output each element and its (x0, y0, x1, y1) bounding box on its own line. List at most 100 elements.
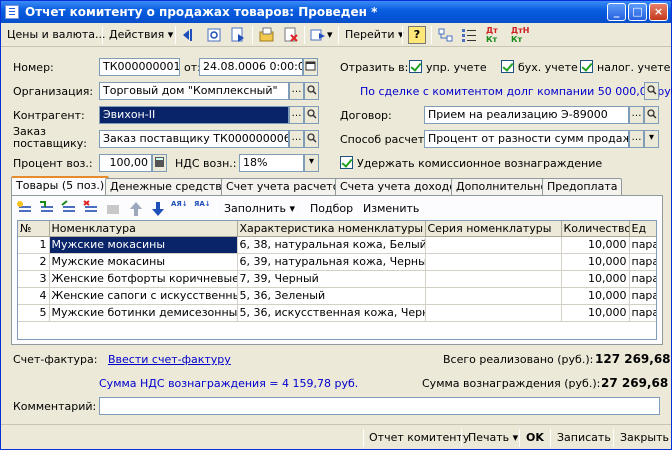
structure-icon[interactable] (437, 26, 455, 44)
report-to-commitent-button[interactable]: Отчет комитенту (369, 429, 469, 447)
item-cell[interactable]: Женские ботфорты коричневые (49, 270, 238, 288)
enter-invoice-link[interactable]: Ввести счет-фактуру (108, 353, 231, 366)
save-button[interactable]: Записать (557, 429, 611, 447)
reward-percent-field[interactable]: 100,00 (99, 154, 152, 172)
move-down-icon[interactable] (149, 200, 167, 218)
row-number-cell[interactable]: 3 (18, 270, 50, 288)
list-settings-icon[interactable] (460, 26, 478, 44)
row-number-cell[interactable]: 2 (18, 253, 50, 271)
fill-menu[interactable]: Заполнить ▾ (224, 200, 295, 218)
ok-button[interactable]: OK (526, 429, 544, 447)
refresh-icon[interactable] (205, 26, 223, 44)
organization-select-button[interactable]: … (289, 82, 304, 100)
table-row[interactable]: 1 Мужские мокасины 6, 38, натуральная кожа… (18, 236, 656, 254)
contractor-select-button[interactable]: … (289, 106, 304, 124)
withhold-reward-checkbox[interactable] (340, 156, 353, 169)
tab-money[interactable]: Денежные средства (105, 178, 234, 195)
based-on-dropdown[interactable]: ▾ (327, 26, 333, 44)
row-number-cell[interactable]: 5 (18, 304, 50, 322)
actions-menu[interactable]: Действия ▾ (109, 26, 173, 44)
item-cell[interactable]: Мужские ботинки демисезонные (49, 304, 238, 322)
goods-table[interactable]: № Номенклатура Характеристика номенклату… (17, 220, 657, 340)
print-menu[interactable]: Печать ▾ (468, 429, 518, 447)
series-cell[interactable] (425, 270, 562, 288)
maximize-button[interactable]: □ (628, 3, 647, 21)
unit-cell[interactable]: пара (629, 236, 656, 254)
quantity-cell[interactable]: 10,000 (561, 253, 630, 271)
supplier-order-field[interactable]: Заказ поставщику ТК000000006 от 1 (99, 130, 289, 148)
calculator-button[interactable] (152, 154, 167, 172)
prices-currency-button[interactable]: Цены и валюта... (7, 26, 105, 44)
col-quantity-header[interactable]: Количество (561, 221, 630, 237)
table-row[interactable]: 5 Мужские ботинки демисезонные 5, 36, иску… (18, 304, 656, 322)
organization-field[interactable]: Торговый дом "Комплексный" (99, 82, 289, 100)
move-up-icon[interactable] (127, 200, 145, 218)
contract-open-button[interactable] (644, 106, 659, 124)
comment-field[interactable] (99, 397, 660, 415)
help-icon[interactable]: ? (408, 26, 426, 44)
tab-additional[interactable]: Дополнительно (451, 178, 553, 195)
folder-open-icon[interactable] (258, 26, 276, 44)
accounting-checkbox[interactable] (501, 60, 514, 73)
tab-prepayment[interactable]: Предоплата (542, 178, 623, 195)
contract-select-button[interactable]: … (629, 106, 644, 124)
item-cell[interactable]: Мужские мокасины (49, 236, 238, 254)
go-back-icon[interactable] (181, 26, 199, 44)
unit-cell[interactable]: пара (629, 287, 656, 305)
add-row-icon[interactable] (16, 200, 34, 218)
item-cell[interactable]: Мужские мокасины (49, 253, 238, 271)
quantity-cell[interactable]: 10,000 (561, 236, 630, 254)
number-field[interactable]: ТК000000001 (99, 58, 180, 76)
contract-field[interactable]: Прием на реализацию Э-89000 (424, 106, 629, 124)
commitent-debt-link[interactable]: По сделке с комитентом долг компании 50 … (360, 85, 672, 98)
col-item-header[interactable]: Номенклатура (49, 221, 238, 237)
unit-cell[interactable]: пара (629, 270, 656, 288)
quantity-cell[interactable]: 10,000 (561, 304, 630, 322)
tab-income-accounts[interactable]: Счета учета доходов (335, 178, 468, 195)
contractor-open-button[interactable] (304, 106, 319, 124)
vat-reward-field[interactable]: 18% (239, 154, 304, 172)
close-button[interactable]: Закрыть (620, 429, 669, 447)
sort-asc-icon[interactable]: AЯ↓ (171, 200, 189, 218)
series-cell[interactable] (425, 253, 562, 271)
unpost-document-icon[interactable] (282, 26, 300, 44)
series-cell[interactable] (425, 304, 562, 322)
row-number-cell[interactable]: 1 (18, 236, 50, 254)
quantity-cell[interactable]: 10,000 (561, 287, 630, 305)
change-button[interactable]: Изменить (363, 200, 419, 218)
vat-reward-sum-link[interactable]: Сумма НДС вознаграждения = 4 159,78 руб. (99, 377, 358, 390)
tax-accounting-checkbox[interactable] (580, 60, 593, 73)
col-unit-header[interactable]: Ед (629, 221, 656, 237)
unit-cell[interactable]: пара (629, 253, 656, 271)
supplier-order-open-button[interactable] (304, 130, 319, 148)
characteristic-cell[interactable]: 5, 36, Зеленый (237, 287, 426, 305)
edit-row-icon[interactable] (60, 200, 78, 218)
calc-method-field[interactable]: Процент от разности сумм продажи и п (424, 130, 629, 148)
end-edit-icon[interactable] (104, 200, 122, 218)
unit-cell[interactable]: пара (629, 304, 656, 322)
table-row[interactable]: 4 Женские сапоги с искусственны... 5, 36, … (18, 287, 656, 305)
contractor-field[interactable]: Эвихон-II (99, 106, 289, 124)
dt-kt-icon[interactable]: Дт Кт (486, 26, 504, 44)
col-number-header[interactable]: № (18, 221, 50, 237)
add-copy-row-icon[interactable] (38, 200, 56, 218)
characteristic-cell[interactable]: 6, 38, натуральная кожа, Белый (237, 236, 426, 254)
select-button[interactable]: Подбор (310, 200, 353, 218)
row-number-cell[interactable]: 4 (18, 287, 50, 305)
calc-method-select-button[interactable]: … (629, 130, 644, 148)
goto-menu[interactable]: Перейти ▾ (345, 26, 404, 44)
close-window-button[interactable]: × (649, 3, 668, 21)
vat-reward-dropdown-button[interactable]: ▾ (304, 154, 319, 172)
item-cell[interactable]: Женские сапоги с искусственны... (49, 287, 238, 305)
table-row[interactable]: 3 Женские ботфорты коричневые 7, 39, Черны… (18, 270, 656, 288)
calc-method-dropdown-button[interactable]: ▾ (644, 130, 659, 148)
characteristic-cell[interactable]: 7, 39, Черный (237, 270, 426, 288)
date-field[interactable]: 24.08.0006 0:00:00 (199, 58, 303, 76)
tab-settlement-account[interactable]: Счет учета расчетов (221, 178, 351, 195)
table-row[interactable]: 2 Мужские мокасины 6, 39, натуральная кожа… (18, 253, 656, 271)
delete-row-icon[interactable] (82, 200, 100, 218)
organization-open-button[interactable] (304, 82, 319, 100)
supplier-order-select-button[interactable]: … (289, 130, 304, 148)
sort-desc-icon[interactable]: ЯA↓ (194, 200, 212, 218)
tab-goods[interactable]: Товары (5 поз.) (11, 176, 110, 195)
